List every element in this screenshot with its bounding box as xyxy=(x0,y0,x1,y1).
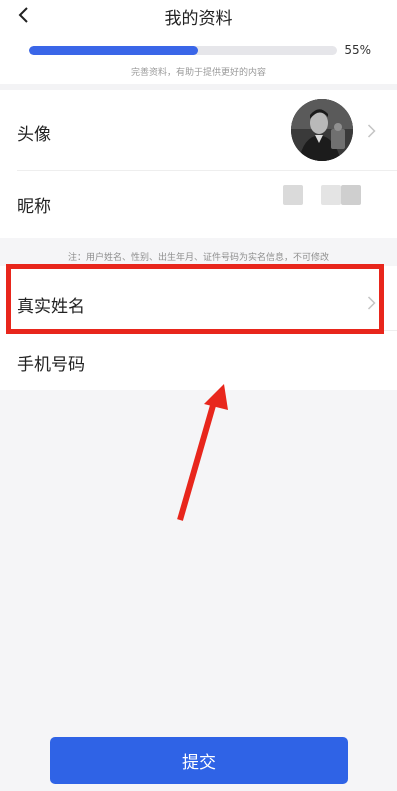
phone-row[interactable]: 手机号码 xyxy=(0,330,397,390)
row-divider xyxy=(17,170,397,171)
nickname-row[interactable]: 昵称 xyxy=(0,170,397,238)
avatar-label: 头像 xyxy=(17,125,51,145)
blurred-nickname-text xyxy=(341,185,361,205)
top-bar: 我的资料 xyxy=(0,0,397,30)
chevron-right-icon xyxy=(367,296,376,310)
real-name-row[interactable]: 真实姓名 xyxy=(0,266,397,330)
progress-hint: 完善资料，有助于提供更好的内容 xyxy=(130,68,266,78)
avatar-photo xyxy=(291,99,353,161)
row-divider xyxy=(17,330,397,331)
progress-track xyxy=(29,46,337,55)
real-name-label: 真实姓名 xyxy=(17,297,85,317)
submit-button[interactable]: 提交 xyxy=(50,737,348,784)
blurred-nickname-text xyxy=(321,185,341,205)
blurred-nickname-text xyxy=(283,185,303,205)
avatar-portrait-image xyxy=(291,99,353,161)
nickname-label: 昵称 xyxy=(17,197,51,217)
chevron-right-icon xyxy=(367,124,376,138)
avatar-row[interactable]: 头像 xyxy=(0,90,397,170)
page-title: 我的资料 xyxy=(164,9,233,29)
progress-percent: 55% xyxy=(344,43,371,57)
profile-completion: 55% 完善资料，有助于提供更好的内容 xyxy=(0,30,397,90)
real-name-notice: 注：用户姓名、性别、出生年月、证件号码为实名信息，不可修改 xyxy=(67,253,329,263)
progress-fill xyxy=(29,46,199,55)
phone-label: 手机号码 xyxy=(17,355,85,375)
